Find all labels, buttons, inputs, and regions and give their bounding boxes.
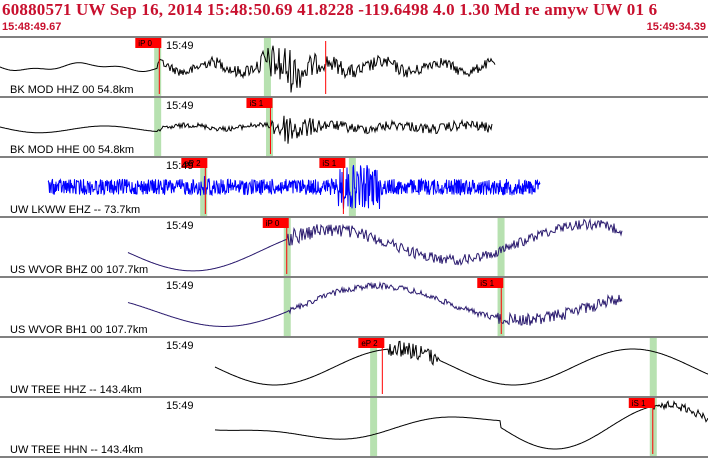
trace-row-5[interactable]: iS 1 15:49 US WVOR BH1 00 107.7km: [0, 276, 708, 336]
channel-label: UW TREE HHZ -- 143.4km: [10, 384, 142, 396]
time-tick-label: 15:49: [166, 340, 194, 352]
pick-window: [154, 98, 162, 156]
time-tick-label: 15:49: [166, 160, 194, 172]
trace-row-7[interactable]: iS 1 15:49 UW TREE HHN -- 143.4km: [0, 396, 708, 456]
pick-label: iP 0: [138, 39, 152, 48]
channel-label: BK MOD HHZ 00 54.8km: [10, 84, 133, 96]
seismogram-panel[interactable]: iP 0 15:49 BK MOD HHZ 00 54.8km iS 1 15:49 BK…: [0, 0, 708, 458]
trace-row-4[interactable]: iP 0 15:49 US WVOR BHZ 00 107.7km: [0, 216, 708, 276]
pick-window: [649, 338, 657, 396]
pick-label: eP 2: [361, 339, 378, 348]
trace-row-6[interactable]: eP 2 15:49 UW TREE HHZ -- 143.4km: [0, 336, 708, 396]
pick-label: iP 0: [266, 219, 280, 228]
pick-window: [370, 398, 378, 456]
trace-row-1[interactable]: iP 0 15:49 BK MOD HHZ 00 54.8km: [0, 36, 708, 96]
waveform-trace: [0, 115, 493, 144]
trace-row-3[interactable]: eP 2 iS 115:49UW LKWW EHZ -- 73.7km: [0, 156, 708, 216]
time-tick-label: 15:49: [166, 220, 194, 232]
channel-label: BK MOD HHE 00 54.8km: [10, 144, 134, 156]
pick-window: [283, 278, 291, 336]
time-tick-label: 15:49: [166, 40, 194, 52]
waveform-trace: [214, 340, 708, 386]
pick-label: iS 1: [632, 399, 646, 408]
waveform-trace: [214, 400, 708, 450]
pick-label: iS 1: [480, 279, 494, 288]
channel-label: US WVOR BHZ 00 107.7km: [10, 264, 148, 276]
channel-label: UW LKWW EHZ -- 73.7km: [10, 204, 140, 216]
channel-label: US WVOR BH1 00 107.7km: [10, 324, 148, 336]
channel-label: UW TREE HHN -- 143.4km: [10, 444, 143, 456]
pick-label: iS 1: [249, 99, 263, 108]
pick-label: iS 1: [322, 159, 336, 168]
waveform-trace: [127, 281, 623, 327]
waveform-trace: [127, 217, 623, 272]
time-tick-label: 15:49: [166, 400, 194, 412]
time-tick-label: 15:49: [166, 100, 194, 112]
waveform-trace: [47, 165, 541, 210]
time-tick-label: 15:49: [166, 280, 194, 292]
trace-row-2[interactable]: iS 1 15:49 BK MOD HHE 00 54.8km: [0, 96, 708, 156]
